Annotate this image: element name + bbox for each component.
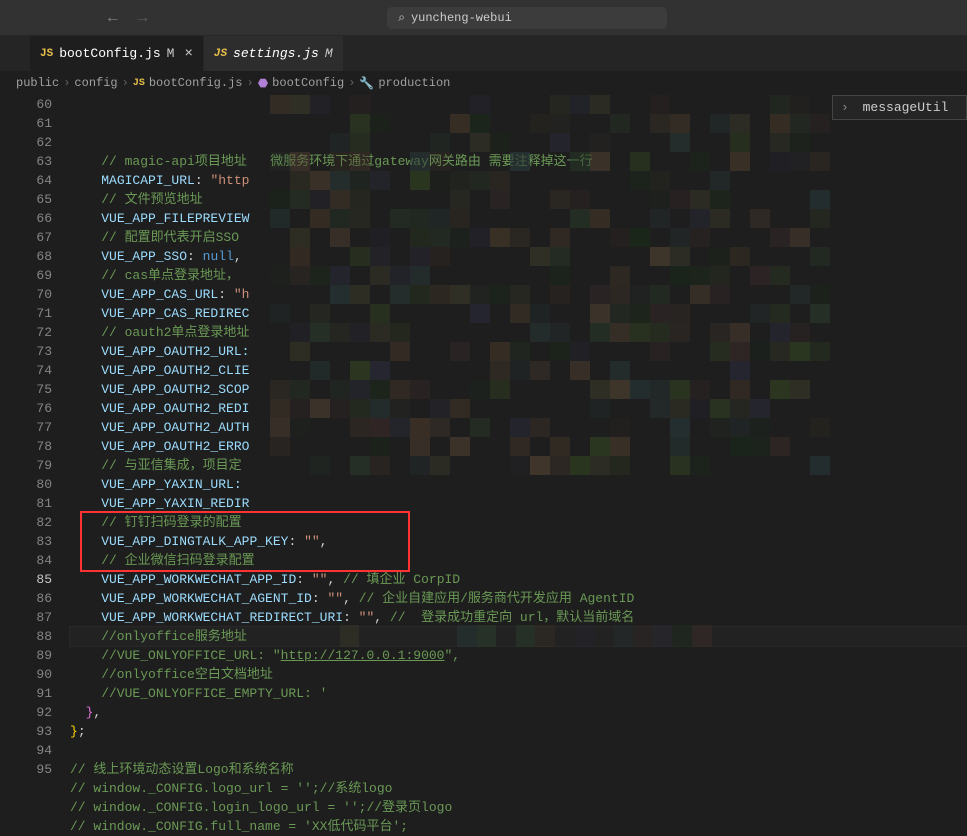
breadcrumb-item[interactable]: production xyxy=(378,76,450,90)
tab-label: bootConfig.js xyxy=(59,46,160,61)
symbol-icon: ⬣ xyxy=(258,76,268,91)
nav-back-icon[interactable]: ← xyxy=(108,9,118,27)
modified-indicator: M xyxy=(325,46,333,61)
editor[interactable]: 6061626364656667686970717273747576777879… xyxy=(0,95,967,783)
js-file-icon: JS xyxy=(214,48,227,60)
chevron-right-icon: › xyxy=(63,76,70,90)
breadcrumb-item[interactable]: public xyxy=(16,76,59,90)
line-gutter: 6061626364656667686970717273747576777879… xyxy=(0,95,70,783)
command-center-search[interactable]: ⌕ yuncheng-webui xyxy=(387,7,667,29)
search-icon: ⌕ xyxy=(398,11,405,25)
outline-item[interactable]: messageUtil xyxy=(863,100,949,115)
editor-tabs: JS bootConfig.js M × JS settings.js M xyxy=(0,36,967,71)
outline-pane[interactable]: › messageUtil xyxy=(832,95,967,120)
breadcrumb-item[interactable]: bootConfig.js xyxy=(149,76,243,90)
code-area[interactable]: // magic-api项目地址 微服务环境下通过gateway网关路由 需要注… xyxy=(70,95,967,783)
nav-forward-icon[interactable]: → xyxy=(138,9,148,27)
search-text: yuncheng-webui xyxy=(411,11,512,25)
titlebar: ← → ⌕ yuncheng-webui xyxy=(0,0,967,36)
tab-settings[interactable]: JS settings.js M xyxy=(204,36,344,71)
js-file-icon: JS xyxy=(40,48,53,60)
tab-label: settings.js xyxy=(233,46,319,61)
chevron-right-icon: › xyxy=(348,76,355,90)
modified-indicator: M xyxy=(167,46,175,61)
chevron-right-icon: › xyxy=(246,76,253,90)
breadcrumb-item[interactable]: config xyxy=(74,76,117,90)
breadcrumb-item[interactable]: bootConfig xyxy=(272,76,344,90)
js-file-icon: JS xyxy=(133,78,145,89)
wrench-icon: 🔧 xyxy=(359,76,374,91)
close-icon[interactable]: × xyxy=(184,46,192,62)
tab-bootconfig[interactable]: JS bootConfig.js M × xyxy=(30,36,204,71)
chevron-right-icon: › xyxy=(122,76,129,90)
chevron-right-icon: › xyxy=(841,100,849,115)
breadcrumb: public › config › JS bootConfig.js › ⬣ b… xyxy=(0,71,967,95)
